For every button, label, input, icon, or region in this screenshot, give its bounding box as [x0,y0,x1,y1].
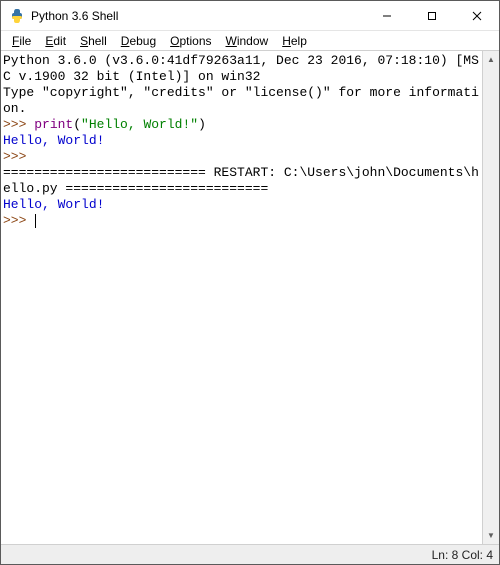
string-arg: "Hello, World!" [81,117,198,132]
banner-line: Python 3.6.0 (v3.6.0:41df79263a11, Dec 2… [3,53,479,84]
prompt: >>> [3,213,34,228]
stdout-line: Hello, World! [3,133,104,148]
text-cursor [35,214,36,228]
close-paren: ) [198,117,206,132]
menu-options[interactable]: Options [163,33,218,49]
maximize-button[interactable] [409,1,454,30]
vertical-scrollbar[interactable]: ▲ ▼ [482,51,499,544]
statusbar: Ln: 8 Col: 4 [1,544,499,564]
window-title: Python 3.6 Shell [31,9,118,23]
shell-text[interactable]: Python 3.6.0 (v3.6.0:41df79263a11, Dec 2… [3,53,481,542]
menubar: File Edit Shell Debug Options Window Hel… [1,31,499,51]
cursor-position: Ln: 8 Col: 4 [432,548,493,562]
menu-edit[interactable]: Edit [38,33,73,49]
open-paren: ( [73,117,81,132]
menu-file[interactable]: File [5,33,38,49]
minimize-button[interactable] [364,1,409,30]
scroll-down-icon[interactable]: ▼ [483,527,499,544]
titlebar[interactable]: Python 3.6 Shell [1,1,499,31]
stdout-line: Hello, World! [3,197,104,212]
app-window: Python 3.6 Shell File Edit Shell Debug O… [0,0,500,565]
window-controls [364,1,499,30]
menu-debug[interactable]: Debug [114,33,163,49]
banner-line: Type "copyright", "credits" or "license(… [3,85,479,116]
call-func: print [34,117,73,132]
menu-help[interactable]: Help [275,33,314,49]
prompt: >>> [3,117,34,132]
python-icon [9,8,25,24]
scroll-track[interactable] [483,68,499,527]
menu-shell[interactable]: Shell [73,33,114,49]
scroll-up-icon[interactable]: ▲ [483,51,499,68]
editor-area[interactable]: Python 3.6.0 (v3.6.0:41df79263a11, Dec 2… [1,51,499,544]
menu-window[interactable]: Window [219,33,276,49]
prompt: >>> [3,149,34,164]
restart-line: ========================== RESTART: C:\U… [3,165,479,196]
close-button[interactable] [454,1,499,30]
